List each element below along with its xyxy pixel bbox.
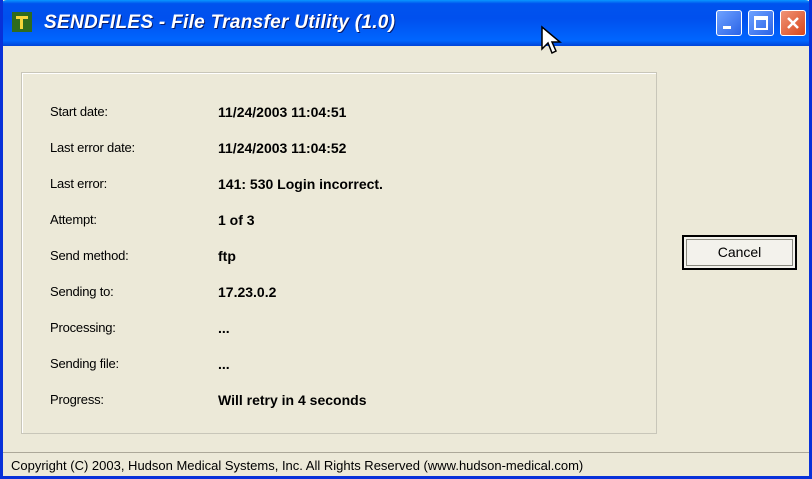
row-send-method: Send method: ftp <box>50 248 650 272</box>
processing-value: ... <box>218 320 230 336</box>
maximize-button[interactable] <box>748 10 774 36</box>
close-button[interactable] <box>780 10 806 36</box>
last-error-date-label: Last error date: <box>50 140 135 155</box>
send-method-label: Send method: <box>50 248 129 263</box>
attempt-value: 1 of 3 <box>218 212 255 228</box>
row-last-error: Last error: 141: 530 Login incorrect. <box>50 176 650 200</box>
start-date-label: Start date: <box>50 104 108 119</box>
app-icon <box>12 12 32 32</box>
status-bar: Copyright (C) 2003, Hudson Medical Syste… <box>3 452 809 476</box>
sending-file-value: ... <box>218 356 230 372</box>
progress-value: Will retry in 4 seconds <box>218 392 367 408</box>
attempt-label: Attempt: <box>50 212 97 227</box>
mouse-cursor-icon <box>541 25 562 55</box>
row-sending-to: Sending to: 17.23.0.2 <box>50 284 650 308</box>
minimize-button[interactable] <box>716 10 742 36</box>
app-window: SENDFILES - File Transfer Utility (1.0) … <box>0 0 812 479</box>
row-attempt: Attempt: 1 of 3 <box>50 212 650 236</box>
row-processing: Processing: ... <box>50 320 650 344</box>
row-last-error-date: Last error date: 11/24/2003 11:04:52 <box>50 140 650 164</box>
sending-to-value: 17.23.0.2 <box>218 284 277 300</box>
last-error-date-value: 11/24/2003 11:04:52 <box>218 140 347 156</box>
progress-label: Progress: <box>50 392 104 407</box>
sending-file-label: Sending file: <box>50 356 119 371</box>
last-error-value: 141: 530 Login incorrect. <box>218 176 383 192</box>
title-bar[interactable]: SENDFILES - File Transfer Utility (1.0) <box>3 0 809 46</box>
sending-to-label: Sending to: <box>50 284 114 299</box>
cancel-button[interactable]: Cancel <box>682 235 797 270</box>
start-date-value: 11/24/2003 11:04:51 <box>218 104 347 120</box>
last-error-label: Last error: <box>50 176 108 191</box>
send-method-value: ftp <box>218 248 236 264</box>
copyright-text: Copyright (C) 2003, Hudson Medical Syste… <box>11 458 584 473</box>
status-group: Start date: 11/24/2003 11:04:51 Last err… <box>21 72 657 434</box>
minimize-icon <box>723 26 731 29</box>
row-start-date: Start date: 11/24/2003 11:04:51 <box>50 104 650 128</box>
row-sending-file: Sending file: ... <box>50 356 650 380</box>
close-icon <box>787 17 799 29</box>
row-progress: Progress: Will retry in 4 seconds <box>50 392 650 416</box>
processing-label: Processing: <box>50 320 116 335</box>
maximize-icon <box>754 16 768 30</box>
window-title: SENDFILES - File Transfer Utility (1.0) <box>44 12 396 33</box>
